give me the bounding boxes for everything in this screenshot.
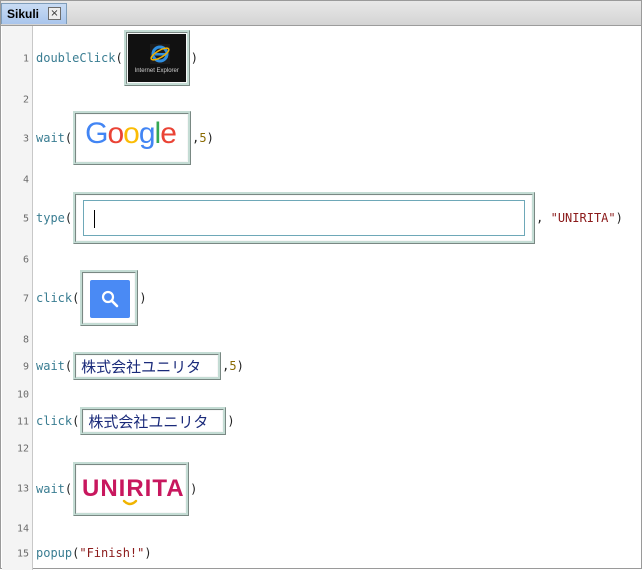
ie-caption: Internet Explorer bbox=[134, 68, 179, 74]
tab-sikuli[interactable]: Sikuli × bbox=[1, 3, 67, 24]
image-pattern-unirita-logo[interactable]: UNIRITA bbox=[73, 462, 190, 516]
comma: , bbox=[192, 131, 200, 145]
function-name: wait bbox=[36, 359, 65, 373]
line-number: 11 bbox=[16, 416, 29, 428]
paren-open: ( bbox=[72, 291, 80, 305]
code-line-9[interactable]: wait( 株式会社ユニリタ , 5) bbox=[36, 352, 244, 380]
function-name: wait bbox=[36, 131, 65, 145]
code-line-13[interactable]: wait( UNIRITA ) bbox=[36, 462, 197, 516]
company-name-image: 株式会社ユニリタ bbox=[81, 358, 202, 376]
line-number: 2 bbox=[22, 94, 29, 106]
comma: , bbox=[222, 359, 230, 373]
paren-close: ) bbox=[615, 211, 623, 225]
close-icon[interactable]: × bbox=[48, 7, 61, 20]
paren-close: ) bbox=[206, 131, 214, 145]
paren-open: ( bbox=[64, 359, 73, 373]
line-number: 3 bbox=[22, 133, 29, 145]
paren-open: ( bbox=[64, 131, 73, 145]
line-number-gutter: 1 2 3 4 5 6 7 8 9 10 11 12 13 14 15 bbox=[2, 26, 33, 570]
string-literal: "Finish!" bbox=[79, 546, 145, 560]
internet-explorer-icon bbox=[149, 44, 170, 64]
unirita-logo: UNIRITA bbox=[82, 475, 185, 506]
google-logo: Google bbox=[85, 117, 177, 150]
line-number: 1 bbox=[22, 53, 29, 65]
code-line-1[interactable]: doubleClick( Internet Explorer ) bbox=[36, 30, 198, 86]
line-number: 4 bbox=[22, 174, 29, 186]
paren-open: ( bbox=[115, 51, 123, 65]
line-number: 13 bbox=[16, 483, 29, 495]
comma: , bbox=[536, 211, 551, 225]
code-line-5[interactable]: type( , "UNIRITA") bbox=[36, 192, 623, 244]
line-number: 5 bbox=[22, 213, 29, 225]
code-line-7[interactable]: click( ) bbox=[36, 270, 147, 326]
string-literal: "UNIRITA" bbox=[550, 211, 616, 225]
paren-close: ) bbox=[227, 414, 235, 428]
line-number: 6 bbox=[22, 254, 29, 266]
timeout-value: 5 bbox=[229, 359, 237, 373]
image-pattern-ie-icon[interactable]: Internet Explorer bbox=[123, 30, 190, 86]
code-line-3[interactable]: wait( Google , 5) bbox=[36, 111, 214, 165]
line-number: 9 bbox=[22, 361, 29, 373]
text-caret bbox=[94, 210, 96, 228]
code-line-11[interactable]: click( 株式会社ユニリタ ) bbox=[36, 407, 235, 435]
image-pattern-google-logo[interactable]: Google bbox=[73, 111, 192, 165]
line-number: 15 bbox=[16, 548, 29, 560]
paren-open: ( bbox=[72, 546, 80, 560]
function-name: click bbox=[36, 414, 73, 428]
function-name: click bbox=[36, 291, 73, 305]
line-number: 14 bbox=[16, 523, 29, 535]
company-name-image: 株式会社ユニリタ bbox=[88, 413, 209, 431]
magnifier-icon bbox=[102, 290, 119, 308]
image-pattern-search-button[interactable] bbox=[80, 270, 139, 326]
line-number: 12 bbox=[16, 443, 29, 455]
search-field-image bbox=[83, 200, 526, 236]
paren-close: ) bbox=[236, 359, 244, 373]
line-number: 7 bbox=[22, 293, 29, 305]
function-name: popup bbox=[36, 546, 73, 560]
paren-open: ( bbox=[64, 211, 73, 225]
paren-open: ( bbox=[72, 414, 80, 428]
paren-close: ) bbox=[190, 482, 198, 496]
line-number: 8 bbox=[22, 334, 29, 346]
tab-title: Sikuli bbox=[7, 7, 40, 21]
image-pattern-search-field[interactable] bbox=[73, 192, 536, 244]
sikuli-ide-window: Sikuli × 1 2 3 4 5 6 7 8 9 10 11 12 13 1… bbox=[0, 0, 642, 570]
timeout-value: 5 bbox=[199, 131, 207, 145]
function-name: wait bbox=[36, 482, 65, 496]
paren-close: ) bbox=[144, 546, 152, 560]
function-name: doubleClick bbox=[36, 51, 116, 65]
tab-bar: Sikuli × bbox=[1, 1, 641, 26]
paren-open: ( bbox=[64, 482, 73, 496]
line-number: 10 bbox=[16, 389, 29, 401]
image-pattern-company-name[interactable]: 株式会社ユニリタ bbox=[80, 407, 227, 435]
search-button-image bbox=[90, 280, 131, 318]
image-pattern-company-name[interactable]: 株式会社ユニリタ bbox=[73, 352, 222, 380]
function-name: type bbox=[36, 211, 65, 225]
unirita-logo-text: UNIRITA bbox=[82, 475, 185, 502]
code-line-15[interactable]: popup("Finish!") bbox=[36, 546, 152, 560]
